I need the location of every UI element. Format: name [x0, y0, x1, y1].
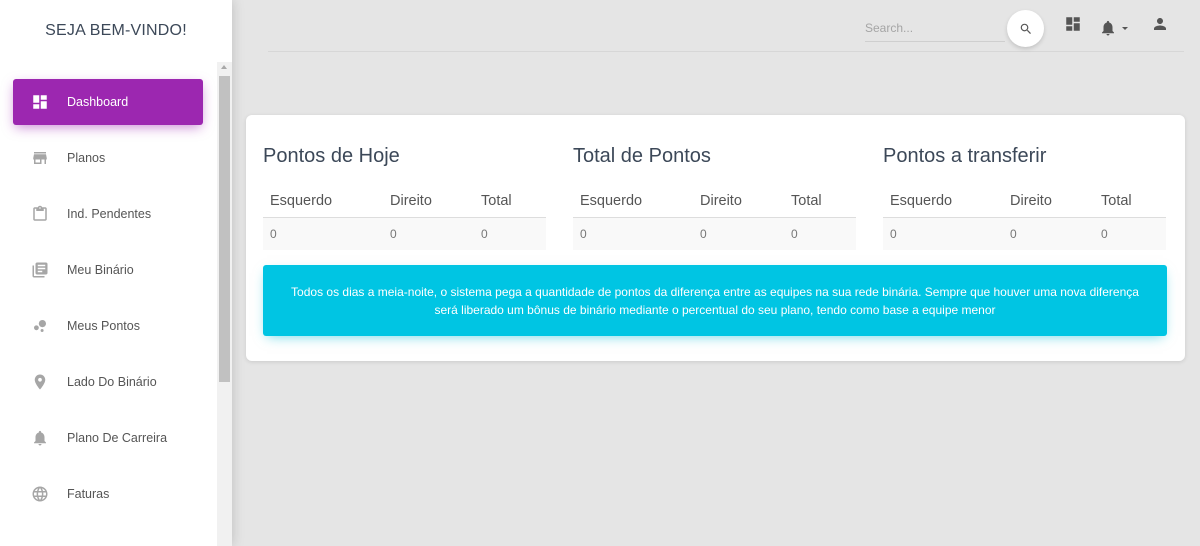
sidebar-item-meus-pontos[interactable]: Meus Pontos	[13, 303, 203, 349]
sidebar-scrollbar[interactable]	[217, 62, 232, 546]
scroll-up-arrow-icon[interactable]	[221, 65, 227, 69]
column-header: Esquerdo	[263, 185, 383, 218]
table-row: 0 0 0	[573, 217, 856, 250]
table-cell: 0	[573, 217, 693, 250]
store-icon	[31, 149, 49, 167]
scrollbar-thumb[interactable]	[219, 76, 230, 382]
bubble-chart-icon	[31, 317, 49, 335]
sidebar-item-lado-do-binario[interactable]: Lado Do Binário	[13, 359, 203, 405]
sidebar-nav: Dashboard Planos Ind. Pendentes Meu Biná…	[0, 62, 217, 546]
column-header: Esquerdo	[883, 185, 1003, 218]
sidebar-item-label: Meus Pontos	[67, 319, 140, 333]
table-row: 0 0 0	[883, 217, 1166, 250]
table-header-row: Esquerdo Direito Total	[263, 185, 546, 218]
search-button[interactable]	[1007, 10, 1044, 47]
bell-icon	[1101, 20, 1114, 36]
section-title: Pontos a transferir	[883, 145, 1047, 167]
column-header: Direito	[1003, 185, 1094, 218]
points-card: Pontos de Hoje Esquerdo Direito Total 0 …	[246, 115, 1185, 361]
info-alert: Todos os dias a meia-noite, o sistema pe…	[263, 265, 1167, 336]
column-header: Direito	[693, 185, 784, 218]
table-cell: 0	[1094, 217, 1166, 250]
sidebar-item-label: Ind. Pendentes	[67, 207, 152, 221]
table-cell: 0	[693, 217, 784, 250]
table-cell: 0	[474, 217, 546, 250]
sidebar-item-label: Lado Do Binário	[67, 375, 157, 389]
table-header-row: Esquerdo Direito Total	[883, 185, 1166, 218]
sidebar-item-dashboard[interactable]: Dashboard	[13, 79, 203, 125]
table-cell: 0	[263, 217, 383, 250]
dashboard-icon	[31, 93, 49, 111]
sidebar-item-label: Plano De Carreira	[67, 431, 168, 445]
sidebar-item-planos[interactable]: Planos	[13, 135, 203, 181]
section-title: Pontos de Hoje	[263, 145, 400, 167]
table-cell: 0	[1003, 217, 1094, 250]
column-header: Total	[474, 185, 546, 218]
sidebar-item-label: Faturas	[67, 487, 110, 501]
user-profile-icon[interactable]	[1149, 13, 1171, 35]
table-header-row: Esquerdo Direito Total	[573, 185, 856, 218]
table-row: 0 0 0	[263, 217, 546, 250]
library-books-icon	[31, 261, 49, 279]
bell-icon	[31, 429, 49, 447]
column-header: Direito	[383, 185, 474, 218]
section-title: Total de Pontos	[573, 145, 711, 167]
search-icon	[1019, 22, 1033, 36]
points-table: Esquerdo Direito Total 0 0 0	[263, 185, 546, 250]
top-navbar	[268, 0, 1184, 52]
table-cell: 0	[883, 217, 1003, 250]
brand-title: SEJA BEM-VINDO!	[45, 22, 187, 39]
clipboard-icon	[31, 205, 49, 223]
notifications-dropdown[interactable]	[1096, 17, 1130, 39]
globe-icon	[31, 485, 49, 503]
table-cell: 0	[784, 217, 856, 250]
sidebar-item-label: Planos	[67, 151, 106, 165]
search-input[interactable]	[865, 14, 1005, 42]
sidebar-item-plano-de-carreira[interactable]: Plano De Carreira	[13, 415, 203, 461]
column-header: Total	[784, 185, 856, 218]
sidebar-item-faturas[interactable]: Faturas	[13, 471, 203, 517]
caret-down-icon	[1121, 26, 1128, 30]
location-pin-icon	[31, 373, 49, 391]
points-table: Esquerdo Direito Total 0 0 0	[883, 185, 1166, 250]
column-header: Esquerdo	[573, 185, 693, 218]
table-cell: 0	[383, 217, 474, 250]
sidebar-item-label: Meu Binário	[67, 263, 134, 277]
sidebar-item-label: Dashboard	[67, 95, 129, 109]
points-table: Esquerdo Direito Total 0 0 0	[573, 185, 856, 250]
column-header: Total	[1094, 185, 1166, 218]
sidebar-item-meu-binario[interactable]: Meu Binário	[13, 247, 203, 293]
dashboard-icon[interactable]	[1062, 13, 1084, 35]
sidebar-item-ind-pendentes[interactable]: Ind. Pendentes	[13, 191, 203, 237]
sidebar: SEJA BEM-VINDO! Dashboard Planos Ind. Pe…	[0, 0, 232, 546]
